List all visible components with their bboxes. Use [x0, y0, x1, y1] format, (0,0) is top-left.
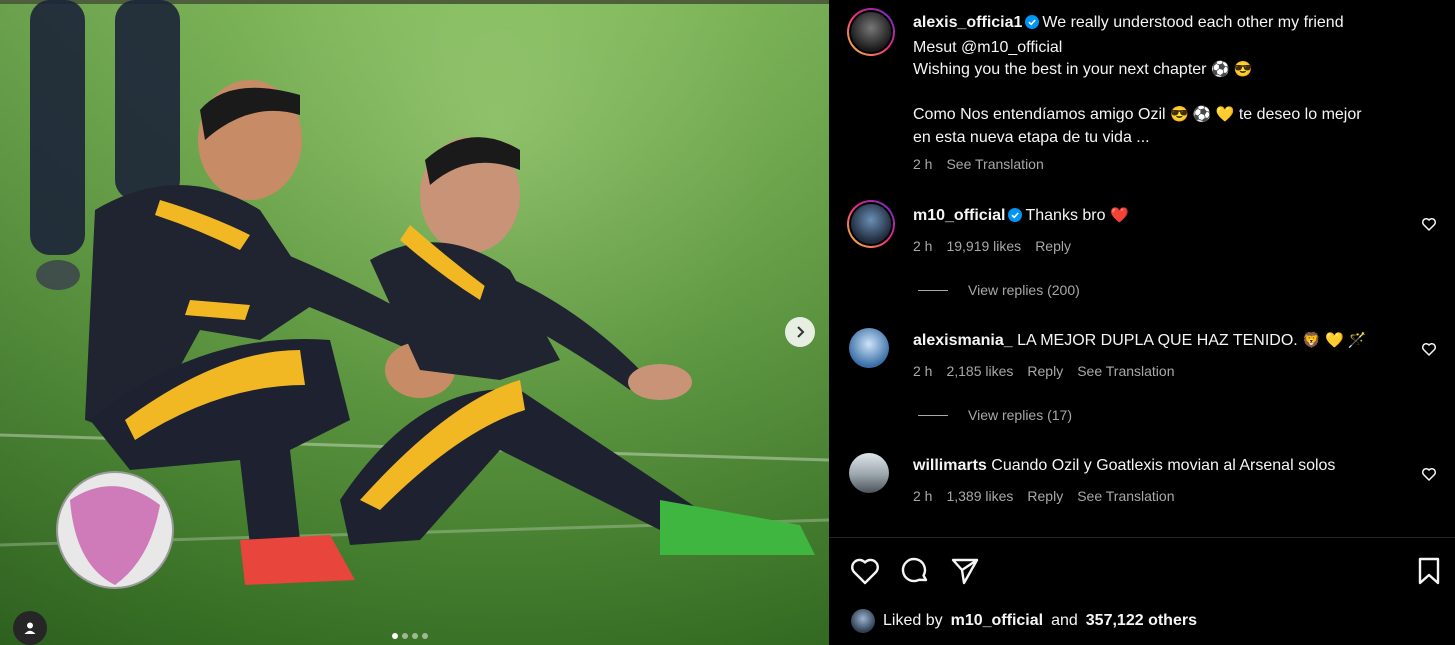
comment-avatar[interactable]	[849, 328, 889, 368]
see-translation-button[interactable]: See Translation	[1077, 363, 1174, 379]
comment-time: 2 h	[913, 363, 933, 379]
caption-es-emojis: 😎 ⚽ 💛	[1170, 106, 1235, 123]
comment-likes[interactable]: 1,389 likes	[946, 488, 1013, 504]
caption-time: 2 h	[913, 156, 933, 172]
liked-by-prefix: Liked by	[883, 612, 943, 629]
view-replies-label: View replies (200)	[968, 282, 1080, 298]
post-actions	[849, 555, 1445, 587]
caption-line-3-emojis: ⚽ 😎	[1210, 61, 1253, 78]
comment-username[interactable]: m10_official	[913, 207, 1005, 224]
carousel-dot	[422, 633, 428, 639]
comment-like-heart-icon[interactable]	[1421, 216, 1437, 232]
heart-icon	[851, 558, 879, 585]
caption-es-part-2: te deseo lo mejor	[1238, 106, 1362, 123]
caption: alexis_officia1 We really understood each…	[913, 12, 1433, 149]
liked-by-others[interactable]: 357,122 others	[1086, 612, 1197, 630]
comment-time: 2 h	[913, 488, 933, 504]
verified-badge-icon	[1008, 207, 1023, 230]
author-avatar[interactable]	[847, 8, 895, 56]
reply-button[interactable]: Reply	[1027, 488, 1063, 504]
caption-es-line-2: en esta nueva etapa de tu vida ...	[913, 128, 1150, 146]
view-replies-button[interactable]: View replies (17)	[918, 407, 1072, 423]
caption-line-2: Mesut @m10_official	[913, 38, 1063, 56]
comment-2-meta: 2 h 2,185 likes Reply See Translation	[913, 363, 1175, 379]
caption-line-1: We really understood each other my frien…	[1042, 14, 1344, 31]
user-icon	[24, 622, 36, 634]
comment-like-heart-icon[interactable]	[1421, 341, 1437, 357]
comment-text: LA MEJOR DUPLA QUE HAZ TENIDO.	[1017, 332, 1298, 349]
caption-username[interactable]: alexis_officia1	[913, 14, 1022, 31]
like-button[interactable]	[849, 555, 881, 587]
post-image[interactable]	[0, 0, 829, 645]
carousel-dots	[392, 633, 428, 639]
comment-1-meta: 2 h 19,919 likes Reply	[913, 238, 1071, 254]
comments-panel: alexis_officia1 We really understood each…	[829, 0, 1455, 645]
share-icon	[951, 558, 979, 585]
photo-illustration	[0, 0, 829, 645]
replies-line	[918, 289, 948, 291]
caption-es-part-1: Como Nos entendíamos amigo Ozil	[913, 106, 1166, 123]
comment-3: willimarts Cuando Ozil y Goatlexis movia…	[913, 455, 1335, 478]
comment-username[interactable]: alexismania_	[913, 332, 1013, 349]
replies-line	[918, 414, 948, 416]
carousel-dot	[412, 633, 418, 639]
comment-emoji: ❤️	[1109, 207, 1129, 224]
comment-2: alexismania_ LA MEJOR DUPLA QUE HAZ TENI…	[913, 330, 1367, 353]
comment-emoji: 🦁 💛 🪄	[1302, 332, 1367, 349]
liked-by-user[interactable]: m10_official	[951, 612, 1043, 630]
comment-avatar[interactable]	[847, 200, 895, 248]
comment-time: 2 h	[913, 238, 933, 254]
chevron-right-icon	[797, 326, 805, 338]
comment-icon	[901, 557, 928, 583]
view-replies-button[interactable]: View replies (200)	[918, 282, 1080, 298]
comment-likes[interactable]: 2,185 likes	[946, 363, 1013, 379]
comment-likes[interactable]: 19,919 likes	[946, 238, 1021, 254]
carousel-dot	[402, 633, 408, 639]
see-translation-button[interactable]: See Translation	[1077, 488, 1174, 504]
reply-button[interactable]: Reply	[1027, 363, 1063, 379]
comment-username[interactable]: willimarts	[913, 457, 987, 474]
carousel-dot	[392, 633, 398, 639]
caption-line-3: Wishing you the best in your next chapte…	[913, 61, 1207, 78]
verified-badge-icon	[1025, 14, 1040, 37]
see-translation-button[interactable]: See Translation	[946, 156, 1043, 172]
save-button[interactable]	[1413, 555, 1445, 587]
comment-text: Cuando Ozil y Goatlexis movian al Arsena…	[991, 457, 1336, 474]
comment-like-heart-icon[interactable]	[1421, 466, 1437, 482]
tagged-users-button[interactable]	[13, 611, 47, 645]
liker-avatar	[851, 609, 875, 633]
likes-summary: Liked by m10_official and 357,122 others	[851, 609, 1197, 633]
comment-3-meta: 2 h 1,389 likes Reply See Translation	[913, 488, 1175, 504]
share-button[interactable]	[949, 555, 981, 587]
caption-meta: 2 h See Translation	[913, 156, 1044, 172]
comment-avatar[interactable]	[849, 453, 889, 493]
divider	[829, 537, 1455, 538]
reply-button[interactable]: Reply	[1035, 238, 1071, 254]
view-replies-label: View replies (17)	[968, 407, 1073, 423]
bookmark-icon	[1418, 557, 1440, 585]
comment-1: m10_official Thanks bro ❤️	[913, 205, 1129, 230]
comment-text: Thanks bro	[1025, 207, 1106, 224]
comment-button[interactable]	[899, 555, 931, 587]
next-image-button[interactable]	[785, 317, 815, 347]
liked-by-and: and	[1051, 612, 1078, 629]
